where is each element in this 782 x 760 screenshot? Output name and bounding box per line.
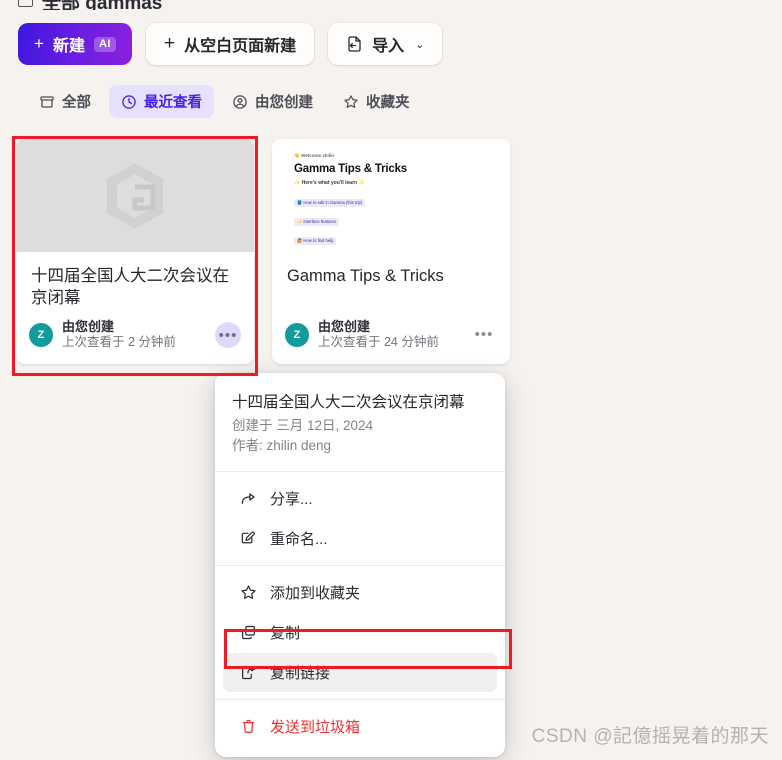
archive-box-icon (18, 0, 33, 7)
card-more-options-button[interactable]: ••• (215, 322, 241, 349)
card-thumbnail (16, 139, 254, 252)
gamma-card[interactable]: 十四届全国人大二次会议在京闭幕 Z 由您创建 上次查看于 2 分钟前 ••• (16, 139, 254, 365)
card-footer: Z 由您创建 上次查看于 24 分钟前 ••• (272, 309, 510, 364)
clock-icon (121, 94, 137, 110)
duplicate-icon (239, 624, 257, 641)
copy-link-icon (239, 664, 257, 681)
card-meta: 由您创建 上次查看于 2 分钟前 (62, 319, 206, 351)
menu-item-share[interactable]: 分享... (223, 479, 497, 518)
page-title: 全部 gammas (18, 0, 162, 10)
preview-item: ✨ Interface features (294, 218, 339, 226)
watermark: CSDN @記億摇晃着的那天 (531, 726, 769, 747)
new-gamma-label: 新建 (52, 38, 85, 55)
import-button[interactable]: 导入 ⌄ (328, 23, 443, 65)
menu-item-rename[interactable]: 重命名... (223, 519, 497, 558)
menu-item-share-label: 分享... (270, 490, 313, 508)
toolbar: + 新建 AI + 从空白页面新建 导入 ⌄ (18, 23, 443, 65)
card-title: 十四届全国人大二次会议在京闭幕 (31, 267, 229, 308)
chevron-down-icon: ⌄ (415, 38, 425, 51)
import-label: 导入 (372, 38, 405, 55)
card-thumbnail: 👋 Welcome zhilin Gamma Tips & Tricks ✨ H… (272, 139, 510, 252)
card-meta: 由您创建 上次查看于 24 分钟前 (318, 319, 462, 351)
filter-tabs: 全部 最近查看 由您创建 收藏夹 (27, 85, 422, 118)
card-creator: 由您创建 (318, 319, 371, 334)
card-more-options-button[interactable]: ••• (471, 322, 497, 348)
rename-pencil-icon (239, 530, 257, 547)
page-title-label: 全部 gammas (42, 0, 162, 10)
menu-item-move-to-trash-label: 发送到垃圾箱 (270, 718, 361, 736)
avatar: Z (29, 323, 53, 348)
new-blank-page-button[interactable]: + 从空白页面新建 (145, 23, 315, 65)
menu-item-copy-link[interactable]: 复制链接 (223, 652, 497, 692)
preview-welcome: 👋 Welcome zhilin (294, 153, 335, 158)
context-menu-header: 十四届全国人大二次会议在京闭幕 创建于 三月 12日, 2024 作者: zhi… (215, 379, 505, 469)
plus-icon: + (163, 33, 176, 54)
new-blank-page-label: 从空白页面新建 (184, 38, 297, 55)
card-creator: 由您创建 (62, 319, 115, 335)
star-icon (343, 94, 359, 110)
person-circle-icon (232, 94, 248, 110)
menu-divider (215, 564, 505, 566)
context-menu-created: 创建于 三月 12日, 2024 (232, 418, 374, 433)
card-viewed-time: 上次查看于 2 分钟前 (62, 335, 176, 350)
menu-item-duplicate-label: 复制 (270, 624, 301, 642)
card-title: Gamma Tips & Tricks (287, 267, 444, 285)
tab-favorites[interactable]: 收藏夹 (331, 85, 422, 118)
share-arrow-icon (239, 490, 257, 507)
card-context-menu: 十四届全国人大二次会议在京闭幕 创建于 三月 12日, 2024 作者: zhi… (215, 373, 505, 757)
menu-item-duplicate[interactable]: 复制 (223, 613, 497, 652)
card-footer: Z 由您创建 上次查看于 2 分钟前 ••• (16, 309, 254, 364)
preview-heading: Gamma Tips & Tricks (294, 163, 407, 175)
tab-all-label: 全部 (62, 95, 91, 111)
context-menu-author: 作者: zhilin deng (232, 438, 332, 454)
menu-item-add-to-favorites-label: 添加到收藏夹 (270, 584, 361, 602)
menu-item-add-to-favorites[interactable]: 添加到收藏夹 (223, 573, 497, 612)
star-icon (239, 584, 257, 601)
menu-group-2: 添加到收藏夹 复制 复制链接 (215, 568, 505, 697)
tab-all[interactable]: 全部 (27, 85, 103, 118)
menu-group-1: 分享... 重命名... (215, 474, 505, 563)
preview-subheading: ✨ Here's what you'll learn ✨ (294, 180, 365, 186)
tab-recently-viewed[interactable]: 最近查看 (109, 85, 214, 118)
tab-favorites-label: 收藏夹 (366, 95, 410, 111)
context-menu-title: 十四届全国人大二次会议在京闭幕 (232, 394, 465, 411)
menu-item-rename-label: 重命名... (270, 530, 328, 548)
tab-created-by-you[interactable]: 由您创建 (220, 85, 325, 118)
menu-group-3: 发送到垃圾箱 (215, 702, 505, 751)
tab-recently-viewed-label: 最近查看 (144, 95, 202, 111)
tab-created-by-you-label: 由您创建 (255, 95, 313, 111)
file-import-icon (346, 35, 363, 53)
card-viewed-time: 上次查看于 24 分钟前 (318, 335, 439, 350)
avatar: Z (285, 322, 309, 347)
ai-badge: AI (93, 36, 116, 52)
preview-item: 📘 How to edit in Gamma (this trip) (294, 199, 366, 207)
thumbnail-preview: 👋 Welcome zhilin Gamma Tips & Tricks ✨ H… (272, 139, 510, 252)
menu-item-copy-link-label: 复制链接 (270, 664, 331, 682)
new-gamma-button[interactable]: + 新建 AI (18, 23, 132, 65)
menu-divider (215, 470, 505, 472)
trash-icon (239, 718, 257, 735)
preview-item: 🙋 How to find help (294, 237, 337, 245)
archive-box-icon (39, 94, 55, 110)
gamma-card[interactable]: 👋 Welcome zhilin Gamma Tips & Tricks ✨ H… (272, 139, 510, 364)
menu-item-move-to-trash[interactable]: 发送到垃圾箱 (223, 707, 497, 746)
gamma-logo-icon (107, 162, 163, 229)
menu-divider (215, 698, 505, 700)
plus-icon: + (34, 34, 44, 53)
